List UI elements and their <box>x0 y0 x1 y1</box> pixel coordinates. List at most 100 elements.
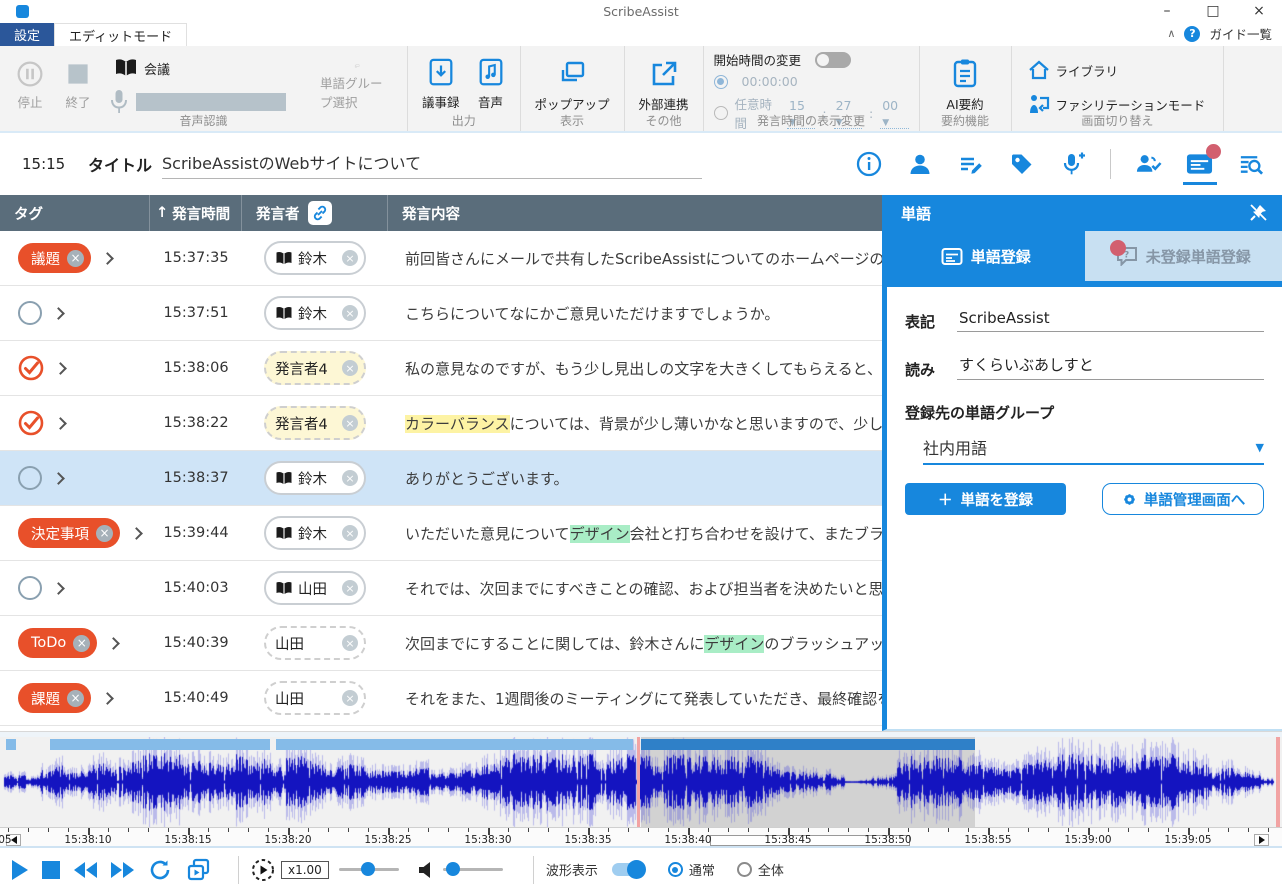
remove-speaker-icon[interactable]: × <box>342 580 358 596</box>
speech-content[interactable]: それでは、次回までにすべきことの確認、および担当者を決めたいと思います。 <box>388 578 882 599</box>
speaker-pill[interactable]: 山田× <box>264 681 366 715</box>
expand-chevron-icon[interactable] <box>107 637 120 650</box>
speaker-pill[interactable]: 鈴木× <box>264 296 366 330</box>
tag-icon[interactable] <box>1008 151 1035 178</box>
table-row[interactable]: 15:37:51鈴木×こちらについてなにかご意見いただけますでしょうか。 <box>0 286 882 341</box>
remove-speaker-icon[interactable]: × <box>342 415 358 431</box>
remove-speaker-icon[interactable]: × <box>342 690 358 706</box>
word-panel-icon[interactable] <box>1186 151 1213 178</box>
speaker-confirm-icon[interactable] <box>1135 151 1162 178</box>
scroll-right-arrow[interactable] <box>1254 834 1269 846</box>
remove-tag-icon[interactable]: × <box>67 250 84 267</box>
tag-circle-icon[interactable] <box>18 576 42 600</box>
tag-pill[interactable]: 議題× <box>18 243 91 273</box>
word-group-select-button[interactable]: 単語グループ選択 <box>312 60 401 115</box>
ai-summary-button[interactable]: AI要約 <box>926 54 1005 117</box>
timeline[interactable]: 15:38:0515:38:1015:38:1515:38:2015:38:25… <box>0 827 1282 846</box>
speaker-pill[interactable]: 山田× <box>264 571 366 605</box>
guide-list-link[interactable]: ガイド一覧 <box>1209 24 1272 43</box>
speaker-pill[interactable]: 鈴木× <box>264 241 366 275</box>
popup-button[interactable]: ポップアップ <box>527 54 618 117</box>
expand-chevron-icon[interactable] <box>52 472 65 485</box>
remove-speaker-icon[interactable]: × <box>342 470 358 486</box>
waveform-canvas[interactable] <box>0 737 1282 827</box>
start-time-toggle[interactable] <box>815 52 851 68</box>
tag-check-icon[interactable] <box>18 355 44 381</box>
remove-speaker-icon[interactable]: × <box>342 525 358 541</box>
speech-content[interactable]: それをまた、1週間後のミーティングにて発表していただき、最終確認を行いたいと思 <box>388 688 882 709</box>
export-audio-button[interactable]: 音声 <box>468 54 514 115</box>
selected-segment-bar[interactable] <box>641 739 975 750</box>
radio-whole[interactable]: 全体 <box>737 860 784 879</box>
tag-pill[interactable]: 決定事項× <box>18 518 120 548</box>
speaker-pill[interactable]: 鈴木× <box>264 516 366 550</box>
tag-pill[interactable]: ToDo× <box>18 628 97 658</box>
tag-pill[interactable]: 課題× <box>18 683 91 713</box>
edit-list-icon[interactable] <box>957 151 984 178</box>
end-button[interactable]: 終了 <box>54 56 102 115</box>
word-group-select[interactable]: 社内用語 ▼ <box>923 435 1264 465</box>
speech-content[interactable]: カラーバランスについては、背景が少し薄いかなと思いますので、少し濃くしていただ <box>388 413 882 434</box>
meeting-title-input[interactable]: ScribeAssistのWebサイトについて <box>162 150 702 179</box>
speech-segment-bar[interactable] <box>6 739 16 750</box>
search-icon[interactable] <box>1237 151 1264 178</box>
export-minutes-button[interactable]: 議事録 <box>414 54 468 115</box>
notation-input[interactable]: ScribeAssist <box>957 309 1264 332</box>
speed-slider[interactable] <box>339 868 399 871</box>
table-row[interactable]: ToDo×15:40:39山田×次回までにすることに関しては、鈴木さんにデザイン… <box>0 616 882 671</box>
fast-forward-button[interactable] <box>111 862 134 878</box>
word-manage-button[interactable]: 単語管理画面へ <box>1102 483 1264 515</box>
stop-button[interactable]: 停止 <box>6 56 54 115</box>
play-button[interactable] <box>12 860 28 880</box>
tab-unregistered-words[interactable]: ? 未登録単語登録 <box>1085 231 1282 281</box>
volume-slider[interactable] <box>443 868 503 871</box>
speaker-link-icon[interactable] <box>308 201 332 225</box>
unpin-icon[interactable] <box>1248 203 1268 223</box>
speech-segment-bar[interactable] <box>276 739 633 750</box>
repeat-button[interactable] <box>148 858 172 882</box>
speaker-pill[interactable]: 発言者4× <box>264 351 366 385</box>
popout-player-button[interactable] <box>186 858 212 882</box>
tag-circle-icon[interactable] <box>18 466 42 490</box>
stop-button-transport[interactable] <box>42 861 60 879</box>
tag-circle-icon[interactable] <box>18 301 42 325</box>
waveform-area[interactable] <box>0 737 1282 827</box>
header-content[interactable]: 発言内容 <box>388 195 882 231</box>
remove-speaker-icon[interactable]: × <box>342 305 358 321</box>
speech-segment-bar[interactable] <box>50 739 270 750</box>
table-row[interactable]: 決定事項×15:39:44鈴木×いただいた意見についてデザイン会社と打ち合わせを… <box>0 506 882 561</box>
header-time[interactable]: ↑ 発言時間 <box>150 195 242 231</box>
register-word-button[interactable]: ＋ 単語を登録 <box>905 483 1066 515</box>
remove-speaker-icon[interactable]: × <box>342 635 358 651</box>
waveform-display-toggle[interactable] <box>612 863 644 876</box>
remove-tag-icon[interactable]: × <box>67 690 84 707</box>
remove-tag-icon[interactable]: × <box>96 525 113 542</box>
expand-chevron-icon[interactable] <box>52 307 65 320</box>
speech-content[interactable]: ありがとうございます。 <box>388 468 882 489</box>
dictionary-select[interactable]: 会議 <box>110 56 286 80</box>
table-row[interactable]: 15:38:37鈴木×ありがとうございます。 <box>0 451 882 506</box>
speaker-pill[interactable]: 鈴木× <box>264 461 366 495</box>
speech-content[interactable]: こちらについてなにかご意見いただけますでしょうか。 <box>388 303 882 324</box>
reading-input[interactable]: すくらいぶあしすと <box>957 354 1264 380</box>
tab-settings[interactable]: 設定 <box>0 23 54 46</box>
zero-time-radio[interactable] <box>714 75 728 89</box>
remove-tag-icon[interactable]: × <box>73 635 90 652</box>
speech-content[interactable]: 次回までにすることに関しては、鈴木さんにデザインのブラッシュアップを行っていただ <box>388 633 882 654</box>
expand-chevron-icon[interactable] <box>101 692 114 705</box>
speech-content[interactable]: 私の意見なのですが、もう少し見出しの文字を大きくしてもらえると、区別がつきや <box>388 358 882 379</box>
expand-chevron-icon[interactable] <box>54 417 67 430</box>
table-row[interactable]: 15:40:03山田×それでは、次回までにすべきことの確認、および担当者を決めた… <box>0 561 882 616</box>
speaker-edit-icon[interactable] <box>906 151 933 178</box>
header-speaker[interactable]: 発言者 <box>242 195 388 231</box>
tab-word-register[interactable]: 単語登録 <box>887 231 1085 281</box>
header-tag[interactable]: タグ <box>0 195 150 231</box>
mic-add-icon[interactable] <box>1059 151 1086 178</box>
speaker-pill[interactable]: 山田× <box>264 626 366 660</box>
speech-content[interactable]: 前回皆さんにメールで共有したScribeAssistについてのホームページのデザ… <box>388 248 882 269</box>
table-row[interactable]: 議題×15:37:35鈴木×前回皆さんにメールで共有したScribeAssist… <box>0 231 882 286</box>
expand-chevron-icon[interactable] <box>52 582 65 595</box>
expand-chevron-icon[interactable] <box>101 252 114 265</box>
speed-value[interactable]: x1.00 <box>281 861 329 879</box>
info-icon[interactable] <box>855 151 882 178</box>
